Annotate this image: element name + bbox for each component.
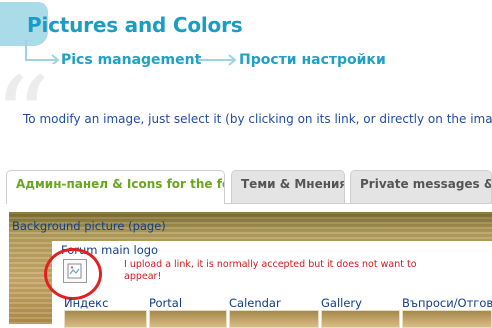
- nav-item-portal[interactable]: Portal: [149, 296, 182, 310]
- background-picture-link[interactable]: Background picture (page): [12, 219, 166, 233]
- tab-admin-panel-icons[interactable]: Админ-панел & Icons for the forum: [6, 170, 225, 204]
- page-title: Pictures and Colors: [27, 13, 243, 37]
- logo-section: Forum main logo I upload a link, it is n…: [44, 241, 492, 328]
- nav-image-gallery[interactable]: [321, 310, 400, 328]
- tab-bar: Админ-панел & Icons for the forum Теми &…: [6, 170, 492, 204]
- background-preview-panel: Background picture (page) Forum main log…: [9, 212, 492, 328]
- breadcrumb-simple-settings[interactable]: Прости настройки: [239, 52, 386, 68]
- nav-images-row: Индекс Portal Calendar Gallery Въпроси/О…: [52, 296, 492, 328]
- nav-item-index[interactable]: Индекс: [64, 296, 108, 310]
- breadcrumb-pics-management[interactable]: Pics management: [61, 52, 201, 68]
- nav-item-gallery[interactable]: Gallery: [321, 296, 362, 310]
- nav-image-index[interactable]: [64, 310, 147, 328]
- nav-image-faq[interactable]: [402, 310, 492, 328]
- tab-topics-posts[interactable]: Теми & Мнения: [231, 170, 345, 203]
- nav-image-portal[interactable]: [149, 310, 227, 328]
- annotation-circle: [44, 248, 102, 300]
- nav-image-calendar[interactable]: [229, 310, 319, 328]
- nav-item-calendar[interactable]: Calendar: [229, 296, 281, 310]
- nav-item-faq[interactable]: Въпроси/Отговори: [402, 296, 492, 310]
- tab-private-messages-calendar[interactable]: Private messages & Calendar: [350, 170, 492, 203]
- arrow-right-icon: [198, 54, 237, 66]
- intro-text: To modify an image, just select it (by c…: [23, 112, 492, 126]
- annotation-note: I upload a link, it is normally accepted…: [124, 259, 417, 282]
